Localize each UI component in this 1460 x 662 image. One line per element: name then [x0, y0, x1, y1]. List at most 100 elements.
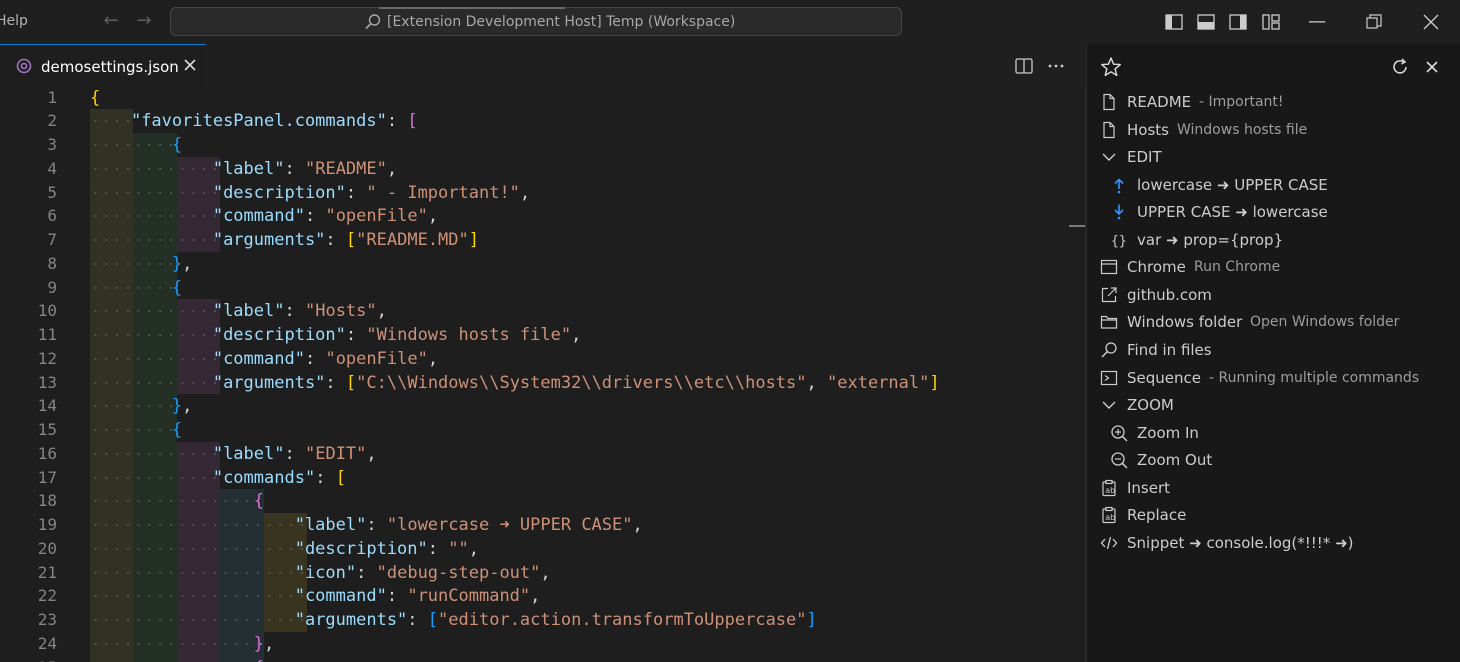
favorite-item-readme[interactable]: README - Important!: [1087, 90, 1460, 114]
favorite-item-label: Snippet ➜ console.log(*!!!* ➜): [1127, 533, 1354, 552]
code-line[interactable]: {: [90, 276, 182, 300]
toggle-primary-sidebar-icon[interactable]: [1164, 12, 1184, 32]
favorite-item-windows-folder[interactable]: Windows folder Open Windows folder: [1087, 310, 1460, 334]
favorite-item-label: Zoom In: [1137, 423, 1199, 442]
search-icon: [365, 14, 381, 30]
code-line[interactable]: "icon": "debug-step-out",: [90, 561, 551, 585]
line-number: 9: [47, 277, 57, 297]
favorite-item-label: EDIT: [1127, 148, 1162, 167]
code-line[interactable]: "command": "runCommand",: [90, 584, 541, 608]
close-panel-icon[interactable]: [1421, 56, 1443, 78]
more-actions-icon[interactable]: [1046, 56, 1066, 76]
line-number: 20: [37, 538, 57, 558]
code-line[interactable]: "arguments": ["README.MD"]: [90, 228, 479, 252]
toggle-secondary-sidebar-icon[interactable]: [1228, 12, 1248, 32]
back-arrow-icon[interactable]: ←: [101, 11, 121, 31]
code-line[interactable]: "label": "README",: [90, 157, 397, 181]
line-number: 14: [37, 396, 57, 416]
code-line[interactable]: "label": "Hosts",: [90, 299, 387, 323]
folder-icon: [1100, 316, 1118, 329]
favorite-item-replace[interactable]: ab Replace: [1087, 503, 1460, 527]
code-line[interactable]: {: [90, 489, 264, 513]
code-line[interactable]: },: [90, 394, 193, 418]
favorite-item-label: github.com: [1127, 285, 1212, 304]
code-line[interactable]: "label": "EDIT",: [90, 442, 377, 466]
favorite-item-label: Replace: [1127, 506, 1187, 525]
favorite-item-zoom-out[interactable]: Zoom Out: [1087, 448, 1460, 472]
line-number: 21: [37, 562, 57, 582]
refresh-icon[interactable]: [1389, 56, 1411, 78]
title-bar: Help ← → [Extension Development Host] Te…: [0, 0, 1460, 44]
code-line[interactable]: {: [90, 133, 182, 157]
arrow-up-icon: [1114, 178, 1124, 193]
toggle-panel-icon[interactable]: [1196, 12, 1216, 32]
favorite-item-var-prop-prop[interactable]: {} var ➜ prop={prop}: [1087, 228, 1460, 252]
line-number: 4: [47, 158, 57, 178]
code-line[interactable]: "arguments": ["editor.action.transformTo…: [90, 608, 817, 632]
favorite-item-description: Run Chrome: [1194, 259, 1281, 276]
arrow-down-icon: [1114, 204, 1124, 220]
minimize-icon[interactable]: —: [1305, 10, 1329, 34]
code-line[interactable]: "label": "lowercase ➜ UPPER CASE",: [90, 513, 643, 537]
code-line[interactable]: "description": "",: [90, 537, 479, 561]
code-line[interactable]: },: [90, 252, 193, 276]
code-line[interactable]: "command": "openFile",: [90, 204, 438, 228]
code-line[interactable]: "command": "openFile",: [90, 347, 438, 371]
star-icon[interactable]: [1100, 56, 1122, 78]
favorite-item-lowercase-upper-case[interactable]: lowercase ➜ UPPER CASE: [1087, 173, 1460, 197]
favorite-item-label: UPPER CASE ➜ lowercase: [1137, 203, 1328, 222]
zoom-out-icon: [1111, 452, 1128, 469]
line-number: 16: [37, 443, 57, 463]
favorite-item-label: Hosts: [1127, 120, 1169, 139]
favorite-item-chrome[interactable]: Chrome Run Chrome: [1087, 255, 1460, 279]
code-line[interactable]: {: [90, 88, 100, 110]
favorite-item-find-in-files[interactable]: Find in files: [1087, 338, 1460, 362]
line-number: 15: [37, 420, 57, 439]
code-line[interactable]: {: [90, 656, 264, 662]
line-number: 23: [37, 610, 57, 629]
favorite-item-zoom[interactable]: ZOOM: [1087, 393, 1460, 417]
command-center-search[interactable]: [Extension Development Host] Temp (Works…: [170, 7, 902, 36]
search-icon: [1101, 342, 1117, 358]
svg-text:ab: ab: [1105, 486, 1115, 495]
close-window-icon[interactable]: [1421, 12, 1441, 32]
scrollbar-marker[interactable]: [1069, 225, 1085, 227]
close-tab-icon[interactable]: [181, 56, 199, 74]
settings-file-icon: [16, 58, 32, 74]
code-line[interactable]: "favoritesPanel.commands": [: [90, 109, 418, 133]
favorite-item-snippet-console-log[interactable]: Snippet ➜ console.log(*!!!* ➜): [1087, 531, 1460, 555]
code-line[interactable]: },: [90, 632, 275, 656]
line-number: 12: [37, 348, 57, 368]
code-editor[interactable]: 1234567891011121314151617181920212223242…: [0, 88, 1086, 662]
favorite-item-zoom-in[interactable]: Zoom In: [1087, 421, 1460, 445]
favorite-item-github-com[interactable]: github.com: [1087, 283, 1460, 307]
favorite-item-label: Find in files: [1127, 340, 1212, 359]
line-number: 10: [37, 301, 57, 321]
favorite-item-label: Sequence: [1127, 368, 1201, 387]
menu-help[interactable]: Help: [0, 13, 28, 29]
favorite-item-sequence[interactable]: Sequence - Running multiple commands: [1087, 366, 1460, 390]
favorite-item-hosts[interactable]: Hosts Windows hosts file: [1087, 118, 1460, 142]
code-line[interactable]: "description": " - Important!",: [90, 181, 530, 205]
split-editor-icon[interactable]: [1014, 56, 1034, 76]
favorite-item-edit[interactable]: EDIT: [1087, 145, 1460, 169]
code-line[interactable]: {: [90, 418, 182, 442]
tab-demosettings-json[interactable]: demosettings.json: [0, 44, 206, 88]
line-number: 13: [37, 372, 57, 392]
favorite-item-insert[interactable]: ab Insert: [1087, 476, 1460, 500]
favorite-item-label: lowercase ➜ UPPER CASE: [1137, 175, 1328, 194]
forward-arrow-icon[interactable]: →: [134, 11, 154, 31]
terminal-icon: [1100, 370, 1118, 385]
customize-layout-icon[interactable]: [1261, 12, 1281, 32]
search-text: [Extension Development Host] Temp (Works…: [387, 14, 736, 30]
editor-tab-strip: demosettings.json: [0, 44, 1086, 88]
favorite-item-description: - Running multiple commands: [1209, 369, 1420, 386]
code-line[interactable]: "description": "Windows hosts file",: [90, 323, 582, 347]
line-number: 24: [37, 633, 57, 653]
file-icon: [1103, 93, 1115, 111]
restore-icon[interactable]: [1364, 12, 1384, 32]
line-number: 2: [47, 111, 57, 131]
code-line[interactable]: "arguments": ["C:\\Windows\\System32\\dr…: [90, 371, 940, 395]
code-line[interactable]: "commands": [: [90, 466, 346, 490]
favorite-item-upper-case-lowercase[interactable]: UPPER CASE ➜ lowercase: [1087, 200, 1460, 224]
